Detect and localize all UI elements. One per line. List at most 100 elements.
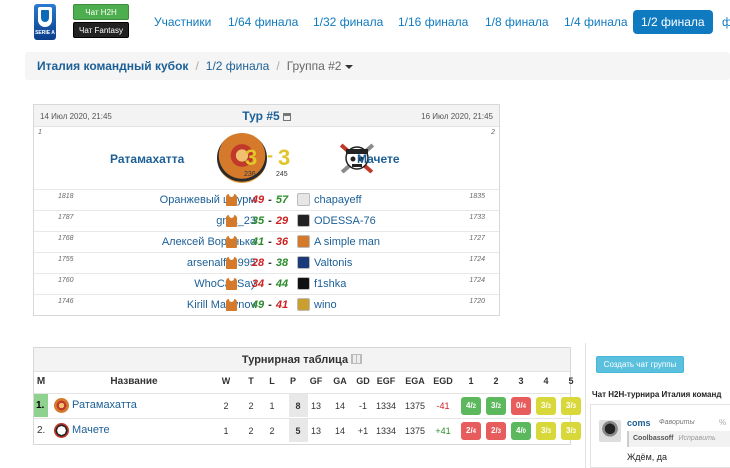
player-avatar (297, 193, 310, 206)
match-result-badge[interactable]: 3/3 (561, 397, 581, 415)
chat-username[interactable]: coms (627, 418, 651, 428)
logo-text: SERIE A (35, 30, 55, 36)
home-player-name[interactable]: Алексей Воронько (162, 236, 256, 248)
badge-sub: 2 (472, 404, 477, 410)
away-player-score: 57 (275, 194, 289, 206)
top-navbar: SERIE A Чат H2H Чат Fantasy Участники 1/… (0, 0, 730, 44)
match-result-badge[interactable]: 3/2 (486, 397, 506, 415)
breadcrumb-stage[interactable]: 1/2 финала (206, 59, 270, 73)
score-separator: - (268, 215, 272, 227)
calendar-icon[interactable] (282, 113, 291, 121)
group-chat-panel: Создать чат группы Чат H2H-турнира Итали… (585, 343, 730, 468)
player-avatar (297, 235, 310, 248)
home-player-score: 35 (251, 215, 265, 227)
home-rating: 1755 (58, 256, 74, 263)
away-player-name[interactable]: wino (314, 299, 337, 311)
column-header: EGF (376, 376, 396, 386)
tour-link[interactable]: Тур #5 (242, 109, 279, 123)
away-rating: 1720 (469, 298, 485, 305)
table-row: 1. Ратамахатта 2 2 1 8 13 14 -1 1334 1375 -41 4/2 3/2… (34, 393, 581, 417)
match-result-badge[interactable]: 3/3 (561, 422, 581, 440)
shield-icon (38, 7, 52, 27)
match-row: 1818 Оранжевый штурм 49-57 chapayeff 1835 (34, 189, 499, 210)
player-avatar (297, 214, 310, 227)
column-header: 1 (468, 376, 474, 386)
cell-egd: -41 (436, 401, 450, 411)
team-icon (54, 398, 69, 413)
chat-h2h-button[interactable]: Чат H2H (73, 4, 129, 20)
cell-egf: 1334 (375, 426, 397, 436)
chat-quote: Coolbassoff Исправить (627, 431, 730, 447)
column-header: W (221, 376, 231, 386)
player-avatar (297, 298, 310, 311)
away-team-name[interactable]: Мачете (357, 152, 400, 166)
away-player-name[interactable]: ODESSA-76 (314, 215, 376, 227)
match-result-badge[interactable]: 4/2 (461, 397, 481, 415)
tab-1-16[interactable]: 1/16 финала (390, 10, 476, 34)
badge-sub: 4 (472, 429, 477, 435)
home-player-name[interactable]: Оранжевый штурм (160, 194, 256, 206)
column-header: EGA (405, 376, 425, 386)
team-name-link[interactable]: Ратамахатта (72, 399, 137, 411)
cell-l: 1 (269, 401, 275, 411)
away-points: 245 (276, 171, 288, 178)
column-header: EGD (433, 376, 453, 386)
score-dash: - (267, 145, 273, 165)
chat-message: coms Фавориты % Coolbassoff Исправить Ждё… (590, 404, 730, 468)
jersey-icon (226, 278, 237, 290)
tab-1-32[interactable]: 1/32 финала (305, 10, 391, 34)
tab-final[interactable]: ф (714, 10, 730, 34)
badge-sub: 3 (547, 429, 552, 435)
cell-w: 1 (223, 426, 229, 436)
match-result-badge[interactable]: 2/3 (486, 422, 506, 440)
tab-participants[interactable]: Участники (146, 10, 219, 34)
home-team-name[interactable]: Ратамахатта (110, 152, 184, 166)
match-result-badge[interactable]: 3/3 (536, 422, 556, 440)
team-icon (54, 423, 69, 438)
team-name-link[interactable]: Мачете (72, 424, 110, 436)
jersey-icon (226, 194, 237, 206)
match-result-badge[interactable]: 3/3 (536, 397, 556, 415)
match-row: 1787grek_2335-29ODESSA-761733 (34, 210, 499, 231)
breadcrumb-root[interactable]: Италия командный кубок (37, 59, 188, 73)
match-result-badge[interactable]: 4/0 (511, 422, 531, 440)
create-group-chat-button[interactable]: Создать чат группы (596, 356, 684, 373)
away-player-name[interactable]: chapayeff (314, 194, 362, 206)
home-team-logo (217, 133, 267, 183)
column-header: L (269, 376, 275, 386)
tab-1-64[interactable]: 1/64 финала (220, 10, 306, 34)
chat-fantasy-button[interactable]: Чат Fantasy (73, 22, 129, 38)
quote-user[interactable]: Coolbassoff (633, 435, 673, 442)
cell-gf: 13 (310, 401, 321, 411)
position: 1. (36, 400, 45, 411)
tab-1-4[interactable]: 1/4 финала (556, 10, 636, 34)
cell-gf: 13 (310, 426, 321, 436)
away-player-name[interactable]: Valtonis (314, 257, 352, 269)
cell-gd: +1 (357, 426, 369, 436)
match-result-badge[interactable]: 2/4 (461, 422, 481, 440)
away-rating: 1724 (469, 256, 485, 263)
score-separator: - (268, 299, 272, 311)
match-result-badge[interactable]: 0/4 (511, 397, 531, 415)
breadcrumb-group-dropdown[interactable]: Группа #2 (287, 59, 354, 73)
jersey-icon (226, 215, 237, 227)
cell-egf: 1334 (375, 401, 397, 411)
away-player-name[interactable]: A simple man (314, 236, 380, 248)
serie-a-logo[interactable]: SERIE A (34, 4, 56, 40)
away-score: 3 (278, 145, 291, 170)
match-row: 1746 Kirill Martynov 49-41 wino 1720 (34, 294, 499, 315)
cell-egd: +41 (435, 426, 451, 436)
breadcrumb-group: Группа #2 (286, 59, 342, 73)
column-header: GD (356, 376, 370, 386)
avatar[interactable] (599, 420, 621, 442)
quote-action[interactable]: Исправить (678, 435, 715, 442)
home-score: 3 (245, 145, 258, 170)
away-player-name[interactable]: f1shka (314, 278, 346, 290)
column-header: М (36, 376, 46, 387)
tab-1-8[interactable]: 1/8 финала (477, 10, 557, 34)
position: 2. (37, 425, 46, 436)
player-score: 41-36 (246, 236, 294, 248)
tab-1-2[interactable]: 1/2 финала (633, 10, 713, 34)
away-player-score: 36 (275, 236, 289, 248)
chat-favorites-label: Фавориты (659, 419, 695, 426)
